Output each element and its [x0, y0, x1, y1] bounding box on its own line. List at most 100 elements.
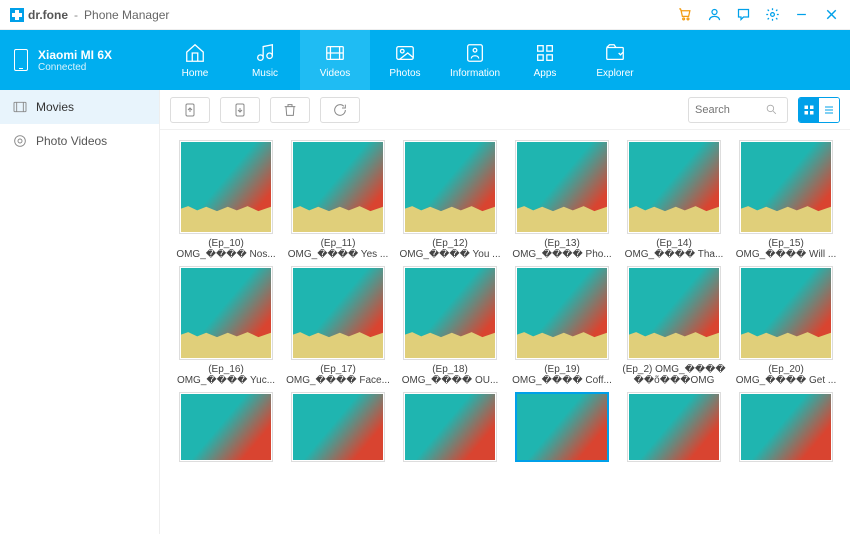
video-thumbnail[interactable]	[739, 140, 833, 234]
device-name: Xiaomi MI 6X	[38, 48, 112, 62]
nav-label: Explorer	[596, 68, 633, 79]
video-item[interactable]: (Ep_20)OMG_���� Get ...	[730, 266, 842, 386]
video-item[interactable]	[170, 392, 282, 462]
device-status: Connected	[38, 62, 112, 73]
video-item[interactable]: (Ep_14)OMG_���� Tha...	[618, 140, 730, 260]
video-caption-1: (Ep_15)	[730, 238, 842, 249]
video-item[interactable]: (Ep_13)OMG_���� Pho...	[506, 140, 618, 260]
video-thumbnail[interactable]	[739, 266, 833, 360]
video-caption-1: (Ep_20)	[730, 364, 842, 375]
video-caption-2: OMG_���� Yuc...	[170, 375, 282, 386]
sidebar-label: Photo Videos	[36, 134, 107, 148]
device-panel[interactable]: Xiaomi MI 6X Connected	[0, 30, 160, 90]
video-caption-2: OMG_���� Pho...	[506, 249, 618, 260]
video-thumbnail[interactable]	[403, 266, 497, 360]
search-icon	[765, 103, 778, 116]
video-caption-1: (Ep_13)	[506, 238, 618, 249]
nav-label: Information	[450, 68, 500, 79]
minimize-button[interactable]	[794, 7, 809, 22]
video-caption-2: OMG_���� You ...	[394, 249, 506, 260]
video-thumbnail[interactable]	[291, 140, 385, 234]
titlebar-actions	[678, 6, 840, 23]
video-caption-1: (Ep_10)	[170, 238, 282, 249]
close-button[interactable]	[823, 6, 840, 23]
app-title: Phone Manager	[84, 8, 169, 22]
video-caption-1: (Ep_19)	[506, 364, 618, 375]
video-item[interactable]	[506, 392, 618, 462]
video-caption-1: (Ep_18)	[394, 364, 506, 375]
title-separator: -	[74, 8, 78, 22]
video-item[interactable]	[618, 392, 730, 462]
video-item[interactable]	[730, 392, 842, 462]
nav-videos[interactable]: Videos	[300, 30, 370, 90]
nav-music[interactable]: Music	[230, 30, 300, 90]
video-item[interactable]: (Ep_18)OMG_���� OU...	[394, 266, 506, 386]
nav-label: Apps	[534, 68, 557, 79]
export-button[interactable]	[220, 97, 260, 123]
video-thumbnail[interactable]	[515, 140, 609, 234]
header-nav: Xiaomi MI 6X Connected Home Music Videos Ph…	[0, 30, 850, 90]
nav-apps[interactable]: Apps	[510, 30, 580, 90]
video-thumbnail[interactable]	[515, 266, 609, 360]
sidebar-item-movies[interactable]: Movies	[0, 90, 159, 124]
list-view-button[interactable]	[819, 98, 839, 122]
video-caption-2: OMG_���� Will ...	[730, 249, 842, 260]
video-item[interactable]	[394, 392, 506, 462]
sidebar-item-photo-videos[interactable]: Photo Videos	[0, 124, 159, 158]
search-box[interactable]	[688, 97, 788, 123]
video-thumbnail[interactable]	[627, 392, 721, 462]
video-thumbnail[interactable]	[627, 140, 721, 234]
video-thumbnail[interactable]	[515, 392, 609, 462]
logo-icon	[10, 8, 24, 22]
toolbar	[160, 90, 850, 130]
video-caption-2: OMG_���� Tha...	[618, 249, 730, 260]
search-input[interactable]	[695, 104, 765, 116]
video-caption-1: (Ep_12)	[394, 238, 506, 249]
video-item[interactable]	[282, 392, 394, 462]
video-caption-1: (Ep_17)	[282, 364, 394, 375]
video-caption-1: (Ep_14)	[618, 238, 730, 249]
feedback-icon[interactable]	[736, 7, 751, 22]
video-caption-1: (Ep_11)	[282, 238, 394, 249]
video-item[interactable]: (Ep_10)OMG_���� Nos...	[170, 140, 282, 260]
nav-label: Videos	[320, 68, 350, 79]
video-item[interactable]: (Ep_16)OMG_���� Yuc...	[170, 266, 282, 386]
video-thumbnail[interactable]	[739, 392, 833, 462]
video-item[interactable]: (Ep_2) OMG_������õ���OMG	[618, 266, 730, 386]
video-caption-2: OMG_���� Yes ...	[282, 249, 394, 260]
nav-photos[interactable]: Photos	[370, 30, 440, 90]
video-item[interactable]: (Ep_15)OMG_���� Will ...	[730, 140, 842, 260]
delete-button[interactable]	[270, 97, 310, 123]
nav-label: Photos	[389, 68, 420, 79]
video-caption-2: OMG_���� Get ...	[730, 375, 842, 386]
video-caption-1: (Ep_16)	[170, 364, 282, 375]
titlebar: dr.fone - Phone Manager	[0, 0, 850, 30]
video-grid: (Ep_10)OMG_���� Nos...(Ep_11)OMG_���� Ye…	[160, 130, 850, 534]
video-thumbnail[interactable]	[179, 140, 273, 234]
video-thumbnail[interactable]	[403, 392, 497, 462]
video-item[interactable]: (Ep_19)OMG_���� Coff...	[506, 266, 618, 386]
nav-information[interactable]: Information	[440, 30, 510, 90]
settings-icon[interactable]	[765, 7, 780, 22]
video-thumbnail[interactable]	[291, 392, 385, 462]
import-button[interactable]	[170, 97, 210, 123]
nav-label: Music	[252, 68, 278, 79]
account-icon[interactable]	[707, 7, 722, 22]
nav-explorer[interactable]: Explorer	[580, 30, 650, 90]
refresh-button[interactable]	[320, 97, 360, 123]
video-thumbnail[interactable]	[627, 266, 721, 360]
video-item[interactable]: (Ep_11)OMG_���� Yes ...	[282, 140, 394, 260]
nav-home[interactable]: Home	[160, 30, 230, 90]
video-caption-2: OMG_���� Nos...	[170, 249, 282, 260]
cart-icon[interactable]	[678, 7, 693, 22]
video-thumbnail[interactable]	[179, 392, 273, 462]
video-item[interactable]: (Ep_12)OMG_���� You ...	[394, 140, 506, 260]
video-thumbnail[interactable]	[291, 266, 385, 360]
grid-view-button[interactable]	[799, 98, 819, 122]
video-item[interactable]: (Ep_17)OMG_���� Face...	[282, 266, 394, 386]
video-thumbnail[interactable]	[179, 266, 273, 360]
app-logo: dr.fone	[10, 8, 68, 22]
app-brand: dr.fone	[28, 8, 68, 22]
video-thumbnail[interactable]	[403, 140, 497, 234]
video-caption-2: ��õ���OMG	[618, 375, 730, 386]
